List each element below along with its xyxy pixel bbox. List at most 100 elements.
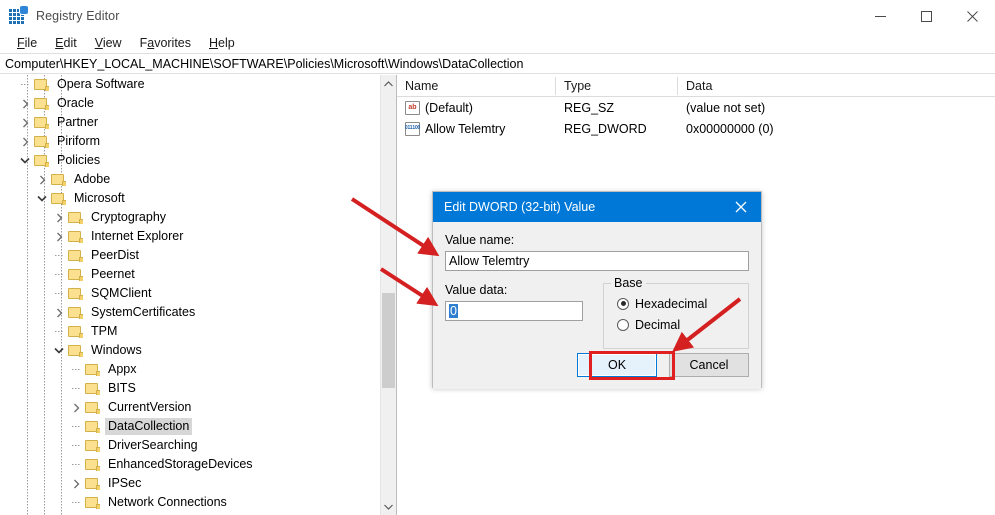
expand-chevron-icon[interactable] [17,132,33,151]
tree-item-label: Opera Software [57,77,145,91]
tree-item-peerdist[interactable]: PeerDist [0,246,380,265]
folder-icon [84,401,100,414]
column-header-type[interactable]: Type [556,75,678,97]
tree-item-label: CurrentVersion [108,400,192,414]
radio-decimal-label: Decimal [635,317,681,332]
collapse-chevron-icon[interactable] [17,151,33,170]
menu-favorites[interactable]: Favorites [131,35,200,51]
tree-item-label: Policies [57,153,101,167]
base-group-label: Base [611,276,646,290]
folder-icon [84,420,100,433]
tree-scrollbar[interactable] [380,75,396,515]
tree-item-label: SQMClient [91,286,152,300]
folder-icon [50,192,66,205]
tree-item-internet-explorer[interactable]: Internet Explorer [0,227,380,246]
collapse-chevron-icon[interactable] [51,341,67,360]
folder-icon [67,306,83,319]
expand-chevron-icon[interactable] [51,227,67,246]
registry-tree-pane: Opera Software Oracle Partner Piriform Polic… [0,75,397,515]
address-bar[interactable]: Computer\HKEY_LOCAL_MACHINE\SOFTWARE\Pol… [0,53,995,74]
close-button[interactable] [949,0,995,32]
tree-item-bits[interactable]: BITS [0,379,380,398]
tree-item-ipsec[interactable]: IPSec [0,474,380,493]
registry-editor-icon [9,6,28,25]
radio-hexadecimal-label: Hexadecimal [635,296,708,311]
scroll-up-arrow[interactable] [381,75,396,92]
tree-tick [17,75,33,94]
tree-item-piriform[interactable]: Piriform [0,132,380,151]
value-row[interactable]: 011 100 Allow Telemtry REG_DWORD 0x00000000 … [397,118,995,139]
menu-file[interactable]: File [8,35,46,51]
value-data-input[interactable]: 0 [445,301,583,321]
base-group: Base Hexadecimal Decimal [603,276,749,349]
tree-item-cryptography[interactable]: Cryptography [0,208,380,227]
menu-view[interactable]: View [86,35,131,51]
expand-chevron-icon[interactable] [68,474,84,493]
tree-item-appx[interactable]: Appx [0,360,380,379]
tree-item-sqmclient[interactable]: SQMClient [0,284,380,303]
minimize-button[interactable] [857,0,903,32]
tree-item-microsoft[interactable]: Microsoft [0,189,380,208]
tree-tick [68,436,84,455]
scroll-down-arrow[interactable] [381,498,396,515]
value-name-input[interactable]: Allow Telemtry [445,251,749,271]
tree-item-label: Peernet [91,267,135,281]
expand-chevron-icon[interactable] [68,398,84,417]
values-column-header: Name Type Data [397,75,995,97]
value-data-cell: (value not set) [686,100,766,115]
tree-item-systemcertificates[interactable]: SystemCertificates [0,303,380,322]
tree-item-currentversion[interactable]: CurrentVersion [0,398,380,417]
tree-item-label: Adobe [74,172,111,186]
expand-chevron-icon[interactable] [17,113,33,132]
value-type-cell: REG_SZ [564,100,615,115]
menu-help[interactable]: Help [200,35,244,51]
folder-icon [33,97,49,110]
tree-item-adobe[interactable]: Adobe [0,170,380,189]
collapse-chevron-icon[interactable] [34,189,50,208]
edit-dword-dialog: Edit DWORD (32-bit) Value Value name: Al… [432,191,762,389]
folder-icon [84,496,100,509]
radio-hexadecimal[interactable]: Hexadecimal [617,293,748,314]
tree-item-label: Partner [57,115,98,129]
maximize-button[interactable] [903,0,949,32]
tree-item-label: Cryptography [91,210,167,224]
tree-item-partner[interactable]: Partner [0,113,380,132]
tree-item-opera-software[interactable]: Opera Software [0,75,380,94]
value-row[interactable]: ab (Default) REG_SZ (value not set) [397,97,995,118]
tree-tick [68,493,84,512]
string-value-icon: ab [405,100,420,115]
tree-item-peernet[interactable]: Peernet [0,265,380,284]
column-header-data[interactable]: Data [678,75,995,97]
tree-item-policies[interactable]: Policies [0,151,380,170]
tree-item-datacollection[interactable]: DataCollection [0,417,380,436]
radio-decimal[interactable]: Decimal [617,314,748,335]
dialog-close-icon[interactable] [721,192,761,222]
tree-item-label: SystemCertificates [91,305,196,319]
folder-icon [67,230,83,243]
tree-item-network-connections[interactable]: Network Connections [0,493,380,512]
expand-chevron-icon[interactable] [51,208,67,227]
tree-item-driversearching[interactable]: DriverSearching [0,436,380,455]
tree-item-enhancedstoragedevices[interactable]: EnhancedStorageDevices [0,455,380,474]
ok-button[interactable]: OK [577,353,657,377]
tree-item-label: PeerDist [91,248,139,262]
tree-item-tpm[interactable]: TPM [0,322,380,341]
scrollbar-thumb[interactable] [382,293,395,388]
expand-chevron-icon[interactable] [51,303,67,322]
tree-item-label: BITS [108,381,136,395]
folder-icon [84,363,100,376]
tree-item-windows[interactable]: Windows [0,341,380,360]
tree-tick [51,284,67,303]
tree-item-oracle[interactable]: Oracle [0,94,380,113]
tree-item-label: Appx [108,362,137,376]
cancel-button[interactable]: Cancel [669,353,749,377]
tree-item-label: DriverSearching [108,438,198,452]
tree-item-label: TPM [91,324,118,338]
tree-tick [51,246,67,265]
menu-edit[interactable]: Edit [46,35,86,51]
expand-chevron-icon[interactable] [34,170,50,189]
value-name-text: Allow Telemtry [425,121,506,136]
expand-chevron-icon[interactable] [17,94,33,113]
value-data-cell: 0x00000000 (0) [686,121,774,136]
column-header-name[interactable]: Name [397,75,556,97]
